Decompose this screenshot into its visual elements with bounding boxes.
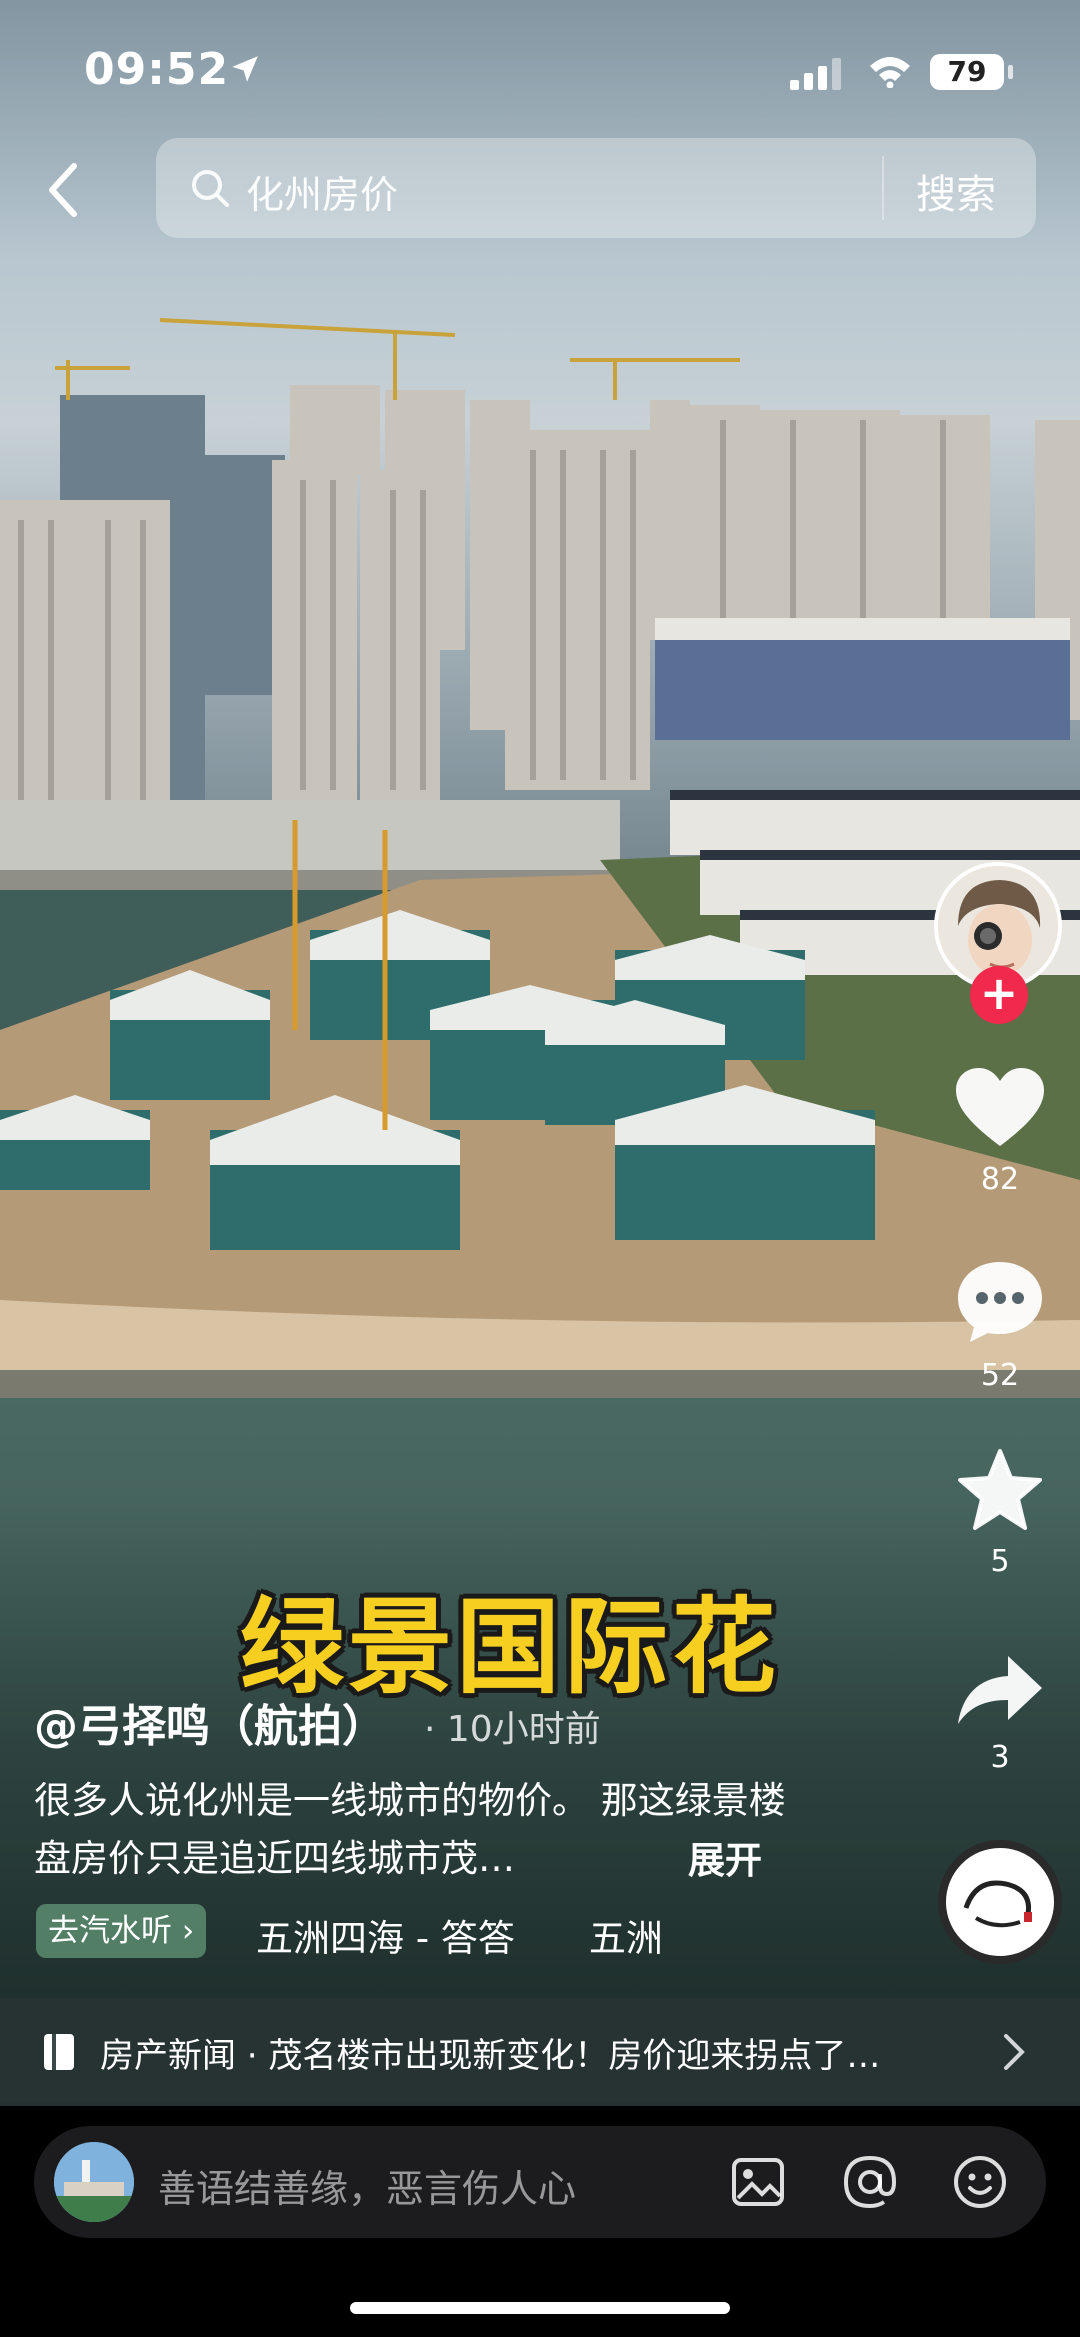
location-arrow-icon xyxy=(232,56,258,82)
search-icon xyxy=(192,170,229,207)
image-icon[interactable] xyxy=(730,2154,786,2210)
status-bar: 09:52 79 xyxy=(0,40,1080,100)
wifi-icon xyxy=(870,57,910,88)
home-indicator[interactable] xyxy=(350,2302,730,2314)
heart-icon xyxy=(956,1068,1044,1146)
my-avatar-image xyxy=(54,2142,134,2222)
news-book-icon xyxy=(44,2034,74,2070)
battery-indicator: 79 xyxy=(930,54,1004,90)
related-news-bar[interactable]: 房产新闻 · 茂名楼市出现新变化！房价迎来拐点了… xyxy=(0,1998,1080,2106)
post-time: · 10小时前 xyxy=(424,1709,601,1750)
music-title: 五洲四海 - 答答 五洲四海 - 答答 xyxy=(256,1917,666,1960)
my-avatar xyxy=(54,2142,134,2222)
like-count: 82 xyxy=(980,1162,1020,1197)
author-name[interactable]: @弓择鸣（航拍） xyxy=(34,1690,386,1754)
bottom-bar: 善语结善缘，恶言伤人心 xyxy=(0,2106,1080,2337)
share-button[interactable]: 3 xyxy=(940,1652,1060,1775)
news-text: 房产新闻 · 茂名楼市出现新变化！房价迎来拐点了… xyxy=(100,2036,881,2076)
expand-button[interactable]: 展开 xyxy=(688,1830,762,1884)
listen-in-qishui-button[interactable]: 去汽水听 › xyxy=(36,1904,207,1958)
music-title-marquee[interactable]: 五洲四海 - 答答 五洲四海 - 答答 xyxy=(256,1908,666,1962)
follow-plus-button[interactable]: + xyxy=(970,966,1028,1024)
like-button[interactable]: 82 xyxy=(940,1066,1060,1197)
favorite-button[interactable]: 5 xyxy=(940,1448,1060,1579)
favorite-count: 5 xyxy=(990,1544,1010,1579)
emoji-icon[interactable] xyxy=(952,2154,1008,2210)
music-disc-logo xyxy=(963,1880,1032,1928)
chevron-right-icon xyxy=(1004,2034,1025,2070)
comment-bubble-icon xyxy=(958,1262,1042,1342)
search-divider xyxy=(882,156,884,220)
mention-at-icon[interactable] xyxy=(842,2154,898,2210)
share-count: 3 xyxy=(990,1740,1010,1775)
comment-count: 52 xyxy=(980,1358,1020,1393)
search-button[interactable]: 搜索 xyxy=(916,162,996,220)
music-disc-icon[interactable] xyxy=(938,1840,1062,1964)
search-bar[interactable]: 化州房价 搜索 xyxy=(156,138,1036,238)
status-time: 09:52 xyxy=(84,44,230,95)
comment-placeholder[interactable]: 善语结善缘，恶言伤人心 xyxy=(158,2158,576,2213)
back-arrow-icon[interactable] xyxy=(40,160,90,220)
search-query[interactable]: 化州房价 xyxy=(246,164,398,219)
share-arrow-icon xyxy=(958,1656,1042,1724)
star-icon xyxy=(958,1449,1042,1530)
cellular-signal-icon xyxy=(790,58,841,90)
comment-input-bar[interactable]: 善语结善缘，恶言伤人心 xyxy=(34,2126,1046,2238)
comment-button[interactable]: 52 xyxy=(940,1258,1060,1393)
battery-nub xyxy=(1008,65,1013,79)
